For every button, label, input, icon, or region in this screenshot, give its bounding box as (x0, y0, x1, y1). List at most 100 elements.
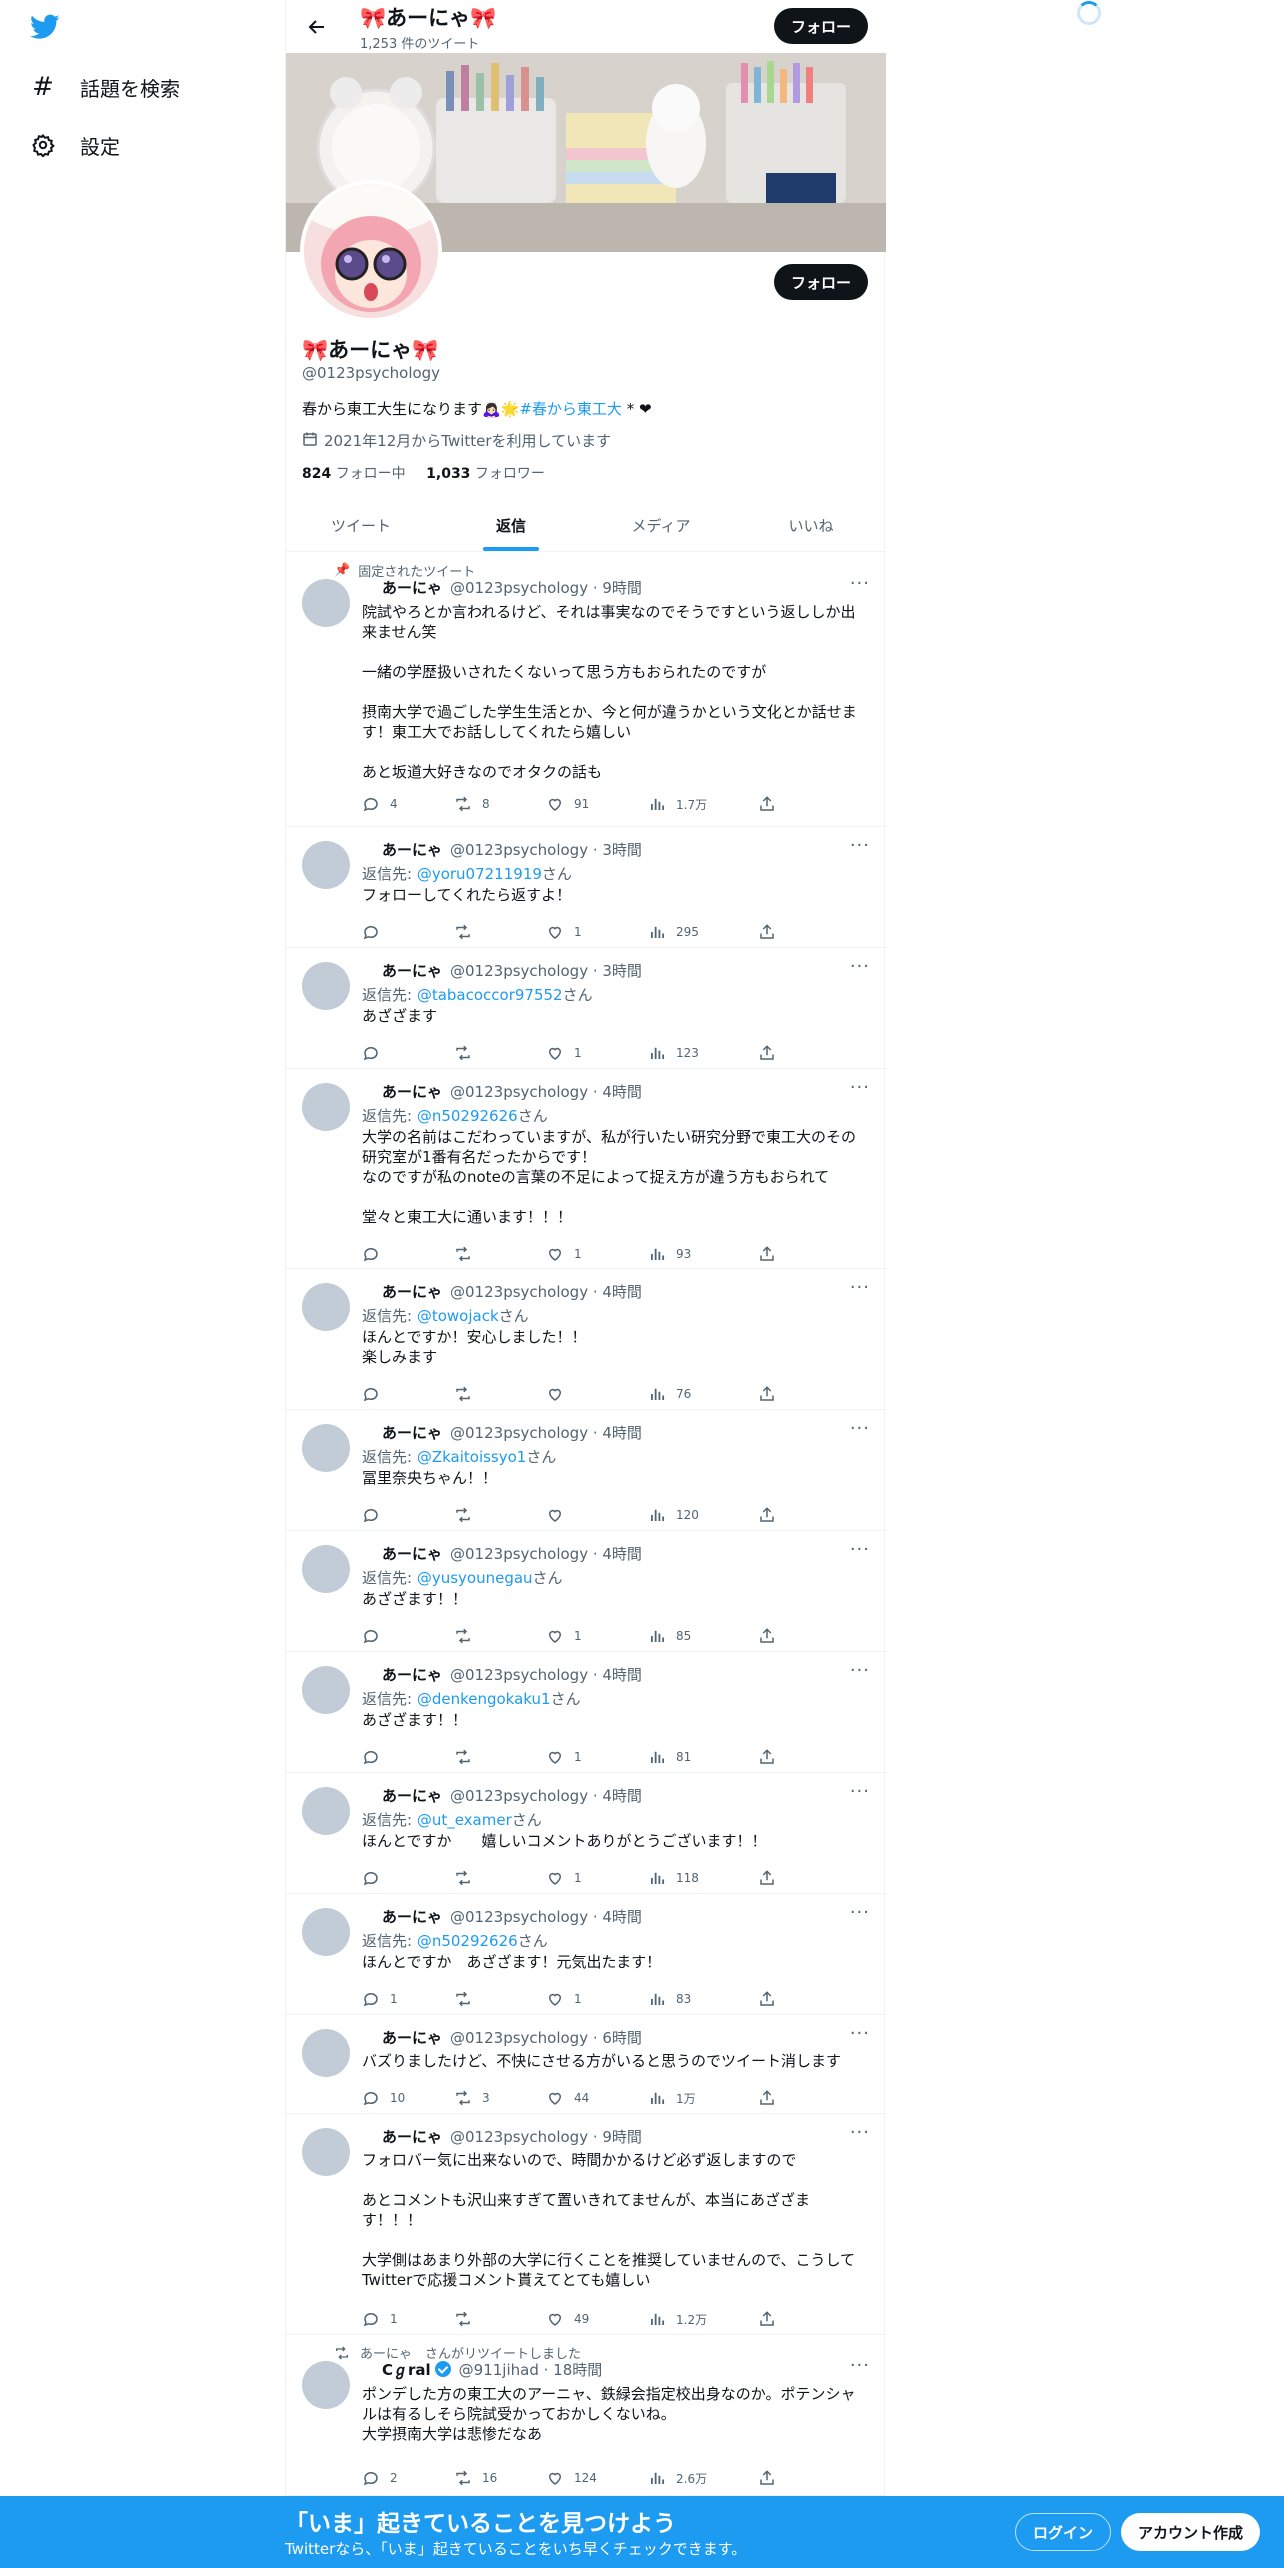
views-button[interactable]: 120 (648, 1506, 699, 1524)
profile-avatar[interactable] (300, 180, 442, 322)
avatar[interactable] (302, 1908, 350, 1956)
tweet[interactable]: あーにゃ @0123psychology · 4時間 ··· 返信先: @n50292… (286, 1069, 886, 1269)
more-options-icon[interactable]: ··· (850, 835, 870, 856)
reply-button[interactable] (362, 923, 390, 941)
reply-button[interactable] (362, 1627, 390, 1645)
like-button[interactable]: 1 (546, 1748, 582, 1766)
retweet-button[interactable] (454, 1627, 482, 1645)
more-options-icon[interactable]: ··· (850, 1418, 870, 1439)
tweet-author-name[interactable]: あーにゃ (382, 579, 442, 597)
like-button[interactable] (546, 1385, 574, 1403)
views-button[interactable]: 2.6万 (648, 2469, 707, 2487)
retweet-button[interactable]: 16 (454, 2469, 497, 2487)
twitter-logo-icon[interactable] (28, 10, 62, 44)
share-button[interactable] (758, 2089, 776, 2107)
share-button[interactable] (758, 1044, 776, 1062)
avatar[interactable] (302, 1283, 350, 1331)
tweet-meta[interactable]: @0123psychology · 4時間 (450, 1908, 642, 1926)
tweet[interactable]: あーにゃ @0123psychology · 6時間 ··· バズりましたけど、不快に… (286, 2015, 886, 2114)
more-options-icon[interactable]: ··· (850, 956, 870, 977)
retweet-button[interactable] (454, 1245, 482, 1263)
reply-button[interactable] (362, 1748, 390, 1766)
more-options-icon[interactable]: ··· (850, 1077, 870, 1098)
like-button[interactable]: 1 (546, 1869, 582, 1887)
reply-to-mention[interactable]: @Zkaitoissyo1 (417, 1448, 527, 1466)
avatar[interactable] (302, 841, 350, 889)
reply-button[interactable] (362, 1506, 390, 1524)
tweet-meta[interactable]: @0123psychology · 3時間 (450, 962, 642, 980)
nav-explore[interactable]: # 話題を検索 (28, 58, 268, 116)
reply-to-mention[interactable]: @towojack (417, 1307, 499, 1325)
tweet-author-name[interactable]: あーにゃ (382, 1083, 442, 1101)
tweet[interactable]: あーにゃ @0123psychology · 3時間 ··· 返信先: @yoru07… (286, 827, 886, 948)
views-button[interactable]: 93 (648, 1245, 691, 1263)
like-button[interactable]: 1 (546, 1990, 582, 2008)
tweet[interactable]: あーにゃ @0123psychology · 4時間 ··· 返信先: @denken… (286, 1652, 886, 1773)
tweet-author-name[interactable]: あーにゃ (382, 2128, 442, 2146)
tweet-meta[interactable]: @0123psychology · 4時間 (450, 1545, 642, 1563)
like-button[interactable]: 49 (546, 2310, 589, 2328)
reply-to-mention[interactable]: @n50292626 (417, 1932, 518, 1950)
header-follow-button[interactable]: フォロー (774, 8, 868, 44)
tweet-author-name[interactable]: あーにゃ (382, 841, 442, 859)
views-button[interactable]: 1.2万 (648, 2310, 707, 2328)
avatar[interactable] (302, 1424, 350, 1472)
followers-link[interactable]: 1,033 フォロワー (426, 466, 545, 482)
retweet-button[interactable]: 8 (454, 795, 490, 813)
like-button[interactable]: 1 (546, 1044, 582, 1062)
back-arrow-icon[interactable] (304, 14, 330, 40)
avatar[interactable] (302, 1545, 350, 1593)
share-button[interactable] (758, 923, 776, 941)
bio-hashtag-link[interactable]: #春から東工大 (519, 400, 622, 418)
tweet[interactable]: あーにゃ @0123psychology · 4時間 ··· 返信先: @n50292… (286, 1894, 886, 2015)
retweet-button[interactable] (454, 1748, 482, 1766)
tweet-meta[interactable]: @0123psychology · 4時間 (450, 1083, 642, 1101)
reply-button[interactable] (362, 1044, 390, 1062)
retweet-button[interactable] (454, 1044, 482, 1062)
avatar[interactable] (302, 579, 350, 627)
share-button[interactable] (758, 2310, 776, 2328)
reply-to-mention[interactable]: @yusyounegau (417, 1569, 533, 1587)
share-button[interactable] (758, 2469, 776, 2487)
share-button[interactable] (758, 1627, 776, 1645)
retweet-button[interactable]: 3 (454, 2089, 490, 2107)
reply-to-mention[interactable]: @ut_examer (417, 1811, 512, 1829)
share-button[interactable] (758, 1245, 776, 1263)
tweet-author-name[interactable]: あーにゃ (382, 1908, 442, 1926)
retweet-button[interactable] (454, 1506, 482, 1524)
avatar[interactable] (302, 2361, 350, 2409)
share-button[interactable] (758, 1506, 776, 1524)
more-options-icon[interactable]: ··· (850, 1277, 870, 1298)
signup-button[interactable]: アカウント作成 (1121, 2513, 1260, 2551)
share-button[interactable] (758, 1869, 776, 1887)
views-button[interactable]: 81 (648, 1748, 691, 1766)
avatar[interactable] (302, 1666, 350, 1714)
like-button[interactable] (546, 1506, 574, 1524)
tab-media[interactable]: メディア (586, 498, 736, 551)
tab-likes[interactable]: いいね (736, 498, 886, 551)
tweet[interactable]: あーにゃ @0123psychology · 4時間 ··· 返信先: @yusyou… (286, 1531, 886, 1652)
avatar[interactable] (302, 1083, 350, 1131)
tweet-meta[interactable]: @0123psychology · 4時間 (450, 1787, 642, 1805)
views-button[interactable]: 118 (648, 1869, 699, 1887)
tweet-meta[interactable]: @911jihad · 18時間 (459, 2361, 603, 2379)
views-button[interactable]: 76 (648, 1385, 691, 1403)
retweet-button[interactable] (454, 1869, 482, 1887)
tweet-author-name[interactable]: あーにゃ (382, 1787, 442, 1805)
tweet[interactable]: あーにゃ @0123psychology · 3時間 ··· 返信先: @tabaco… (286, 948, 886, 1069)
reply-button[interactable]: 10 (362, 2089, 405, 2107)
tweet-meta[interactable]: @0123psychology · 4時間 (450, 1424, 642, 1442)
share-button[interactable] (758, 1748, 776, 1766)
views-button[interactable]: 123 (648, 1044, 699, 1062)
tweet-author-name[interactable]: あーにゃ (382, 1283, 442, 1301)
views-button[interactable]: 83 (648, 1990, 691, 2008)
tweet-author-name[interactable]: あーにゃ (382, 1545, 442, 1563)
tweet-meta[interactable]: @0123psychology · 4時間 (450, 1666, 642, 1684)
more-options-icon[interactable]: ··· (850, 2355, 870, 2376)
like-button[interactable]: 1 (546, 923, 582, 941)
reply-button[interactable]: 1 (362, 2310, 398, 2328)
share-button[interactable] (758, 1385, 776, 1403)
reply-to-mention[interactable]: @tabacoccor97552 (417, 986, 563, 1004)
retweet-button[interactable] (454, 923, 482, 941)
reply-button[interactable]: 1 (362, 1990, 398, 2008)
